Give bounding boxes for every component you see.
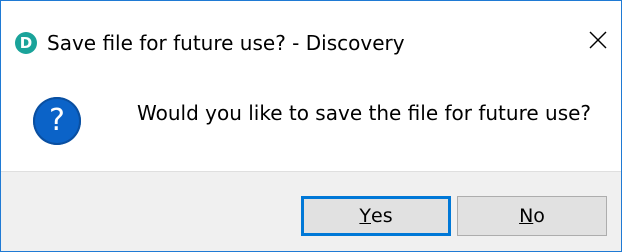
close-button[interactable]: [575, 17, 621, 63]
button-bar: Yes No: [1, 171, 621, 251]
yes-mnemonic: Y: [359, 205, 371, 227]
no-mnemonic: N: [519, 205, 534, 227]
yes-button[interactable]: Yes: [301, 196, 451, 236]
title-bar[interactable]: D Save file for future use? - Discovery: [1, 1, 621, 81]
no-button[interactable]: No: [457, 196, 607, 236]
question-icon: ?: [33, 97, 81, 145]
discovery-app-icon: D: [15, 32, 37, 54]
window-title: Save file for future use? - Discovery: [47, 31, 405, 55]
yes-label-rest: es: [371, 205, 393, 227]
save-file-dialog: D Save file for future use? - Discovery …: [0, 0, 622, 252]
dialog-message: Would you like to save the file for futu…: [137, 101, 592, 125]
close-icon: [589, 31, 607, 49]
dialog-content: ? Would you like to save the file for fu…: [1, 81, 621, 171]
no-label-rest: o: [533, 205, 545, 227]
